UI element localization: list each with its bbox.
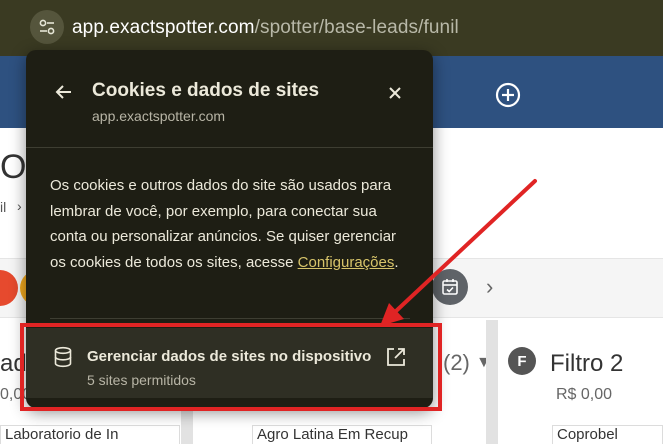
divider — [26, 147, 433, 148]
tune-icon — [39, 19, 55, 35]
column-scrollbar[interactable] — [486, 320, 498, 444]
divider — [50, 318, 410, 319]
url-host: app.exactspotter.com — [72, 17, 255, 38]
settings-link[interactable]: Configurações — [298, 254, 395, 271]
filter-title: Filtro 2 — [550, 350, 624, 377]
back-button[interactable] — [50, 78, 78, 106]
url-field[interactable]: app.exactspotter.com/spotter/base-leads/… — [72, 17, 459, 39]
column-count: (2) — [443, 350, 470, 375]
breadcrumb: il — [0, 199, 7, 215]
popup-title: Cookies e dados de sites — [92, 80, 320, 101]
lead-card[interactable]: Coprobel — [552, 425, 663, 444]
popup-description: Os cookies e outros dados do site são us… — [50, 173, 410, 275]
chevron-right-icon[interactable]: › — [486, 274, 493, 300]
arrow-back-icon — [55, 85, 71, 99]
add-button[interactable] — [493, 80, 523, 110]
close-button[interactable] — [381, 79, 409, 107]
popup-subtitle: app.exactspotter.com — [92, 108, 226, 124]
filter-value: R$ 0,00 — [556, 386, 613, 403]
calendar-check-icon — [442, 279, 458, 295]
breadcrumb-chevron-icon: › — [17, 198, 22, 214]
calendar-button[interactable] — [432, 269, 468, 305]
site-info-button[interactable] — [30, 10, 64, 44]
plus-circle-icon — [495, 82, 521, 108]
url-path: /spotter/base-leads/funil — [254, 17, 459, 38]
lead-card[interactable]: Agro Latina Em Recup — [252, 425, 432, 444]
filter-badge: F — [508, 347, 536, 375]
browser-address-bar: app.exactspotter.com/spotter/base-leads/… — [0, 0, 663, 56]
description-end: . — [394, 253, 399, 271]
annotation-highlight-box — [20, 323, 442, 411]
lead-card[interactable]: Laboratorio de In — [0, 425, 180, 444]
close-icon — [389, 87, 401, 99]
